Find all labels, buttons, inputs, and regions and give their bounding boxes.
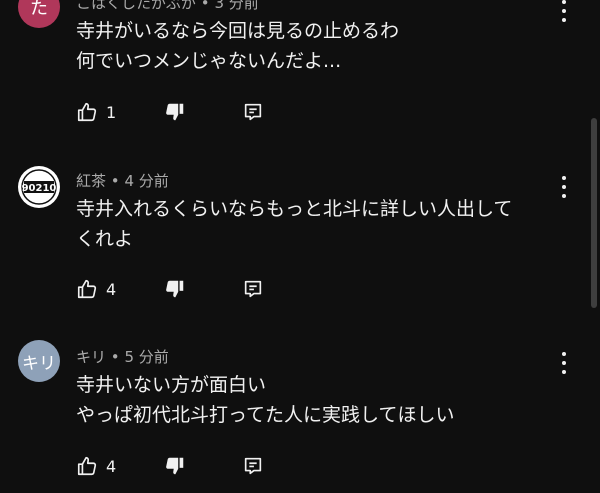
thumbs-down-icon [166,280,184,298]
more-vert-icon [562,0,566,4]
dislike-button[interactable] [164,99,242,125]
meta-separator: • [110,172,120,190]
comment-time[interactable]: 3 分前 [214,0,258,12]
comment-author[interactable]: キリ [76,348,106,366]
comment-time[interactable]: 4 分前 [124,172,168,190]
meta-separator: • [200,0,210,12]
comment-line: 寺井がいるなら今回は見るの止めるわ [76,20,400,42]
like-button[interactable]: 4 [76,453,164,479]
comment-meta: キリ • 5 分前 [76,346,169,367]
reply-button[interactable] [242,276,268,302]
avatar[interactable]: キリ [18,340,60,382]
more-vert-icon [562,176,566,180]
like-count: 4 [106,456,117,476]
reply-icon [244,103,262,121]
comment-line: やっぱ初代北斗打ってた人に実践してほしい [76,404,455,426]
comment-actions: 1 [76,99,268,125]
more-options-button[interactable] [554,174,574,200]
avatar-initial: た [30,0,48,19]
comment-line: 寺井いない方が面白い [76,374,267,396]
thumbs-up-icon [77,456,97,476]
comment-meta: 紅茶 • 4 分前 [76,170,169,191]
comment-line: くれよ [76,228,134,250]
scrollbar-thumb[interactable] [591,118,597,308]
comment-actions: 4 [76,453,268,479]
reply-button[interactable] [242,453,268,479]
reply-icon [244,457,262,475]
comment-author[interactable]: 紅茶 [76,172,106,190]
comment-line: 寺井入れるくらいならもっと北斗に詳しい人出して [76,198,513,220]
avatar[interactable]: た [18,0,60,28]
thumbs-up-icon [77,102,97,122]
like-button[interactable]: 1 [76,99,164,125]
svg-text:90210: 90210 [22,183,57,194]
avatar-initial: キリ [22,353,56,374]
avatar-90210-logo: 90210 [19,167,59,207]
comment-meta: こはくしたがぶが • 3 分前 [76,0,259,13]
meta-separator: • [110,348,120,366]
more-vert-icon [562,352,566,356]
dislike-button[interactable] [164,453,242,479]
dislike-button[interactable] [164,276,242,302]
like-count: 1 [106,102,117,122]
comment-line: 何でいつメンじゃないんだよ... [76,50,342,72]
more-options-button[interactable] [554,0,574,24]
reply-button[interactable] [242,99,268,125]
thumbs-up-icon [77,279,97,299]
like-count: 4 [106,279,117,299]
avatar[interactable]: 90210 [18,166,60,208]
comment-time[interactable]: 5 分前 [124,348,168,366]
more-options-button[interactable] [554,350,574,376]
thumbs-down-icon [166,457,184,475]
comment-author[interactable]: こはくしたがぶが [76,0,196,12]
comment-actions: 4 [76,276,268,302]
comment-text: 寺井いない方が面白い やっぱ初代北斗打ってた人に実践してほしい [76,370,454,430]
thumbs-down-icon [166,103,184,121]
comment-text: 寺井がいるなら今回は見るの止めるわ 何でいつメンじゃないんだよ... [76,16,399,76]
comment-text: 寺井入れるくらいならもっと北斗に詳しい人出して くれよ [76,194,512,254]
reply-icon [244,280,262,298]
like-button[interactable]: 4 [76,276,164,302]
